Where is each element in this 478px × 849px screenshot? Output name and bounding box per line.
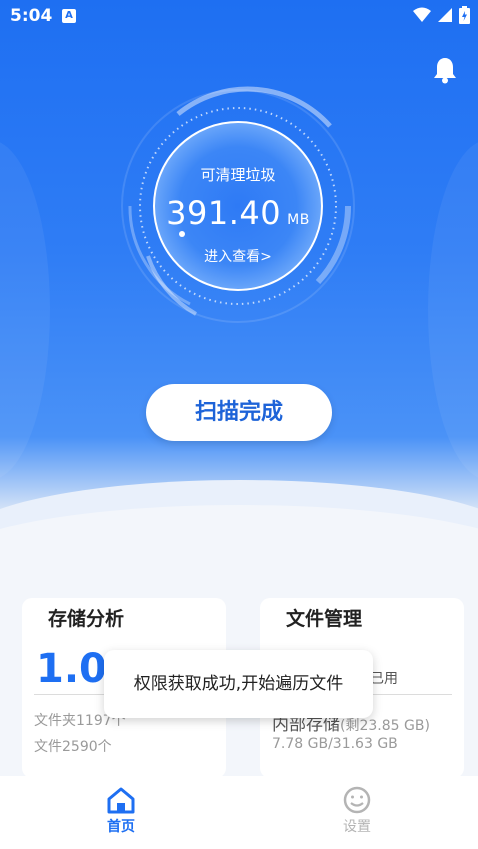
- storage-analysis-title-text: 存储分析: [48, 608, 125, 630]
- toast-message: 权限获取成功,开始遍历文件: [104, 650, 373, 718]
- home-icon: [107, 787, 135, 814]
- signal-icon: [438, 8, 452, 22]
- battery-icon: [459, 6, 470, 24]
- hero-glow-left: [0, 140, 50, 480]
- internal-storage-label: 内部存储: [272, 715, 340, 735]
- storage-analysis-title: 存储分析: [48, 604, 170, 632]
- used-label: 已用: [370, 671, 398, 687]
- app-notification-icon: A: [62, 9, 76, 23]
- hero-glow-right: [428, 140, 478, 480]
- file-management-title: 文件管理: [286, 604, 408, 632]
- scan-button[interactable]: 扫描完成: [146, 384, 332, 441]
- status-time: 5:04: [10, 6, 53, 26]
- junk-unit: MB: [287, 212, 310, 228]
- smile-icon: [343, 786, 371, 814]
- file-count: 文件2590个: [34, 739, 112, 755]
- file-management-title-text: 文件管理: [286, 608, 363, 630]
- status-bar: 5:04 A: [0, 0, 478, 34]
- junk-value-row: 391.40 MB: [118, 194, 358, 232]
- view-details-link[interactable]: 进入查看>: [118, 246, 358, 266]
- remaining-space: (剩23.85 GB): [340, 718, 430, 734]
- junk-label: 可清理垃圾: [200, 166, 276, 184]
- bell-icon[interactable]: [432, 56, 458, 84]
- storage-big-value: 1.0: [36, 646, 107, 692]
- junk-value: 391.40: [166, 194, 282, 232]
- tab-home[interactable]: 首页: [61, 786, 181, 836]
- tab-home-label: 首页: [107, 819, 135, 835]
- gauge-center: 可清理垃圾 391.40 MB 进入查看>: [118, 86, 358, 326]
- storage-usage: 7.78 GB/31.63 GB: [272, 736, 398, 752]
- wifi-icon: [413, 7, 431, 22]
- tab-settings-label: 设置: [343, 819, 371, 835]
- tab-settings[interactable]: 设置: [297, 786, 417, 836]
- bottom-nav: 首页 设置: [0, 776, 478, 849]
